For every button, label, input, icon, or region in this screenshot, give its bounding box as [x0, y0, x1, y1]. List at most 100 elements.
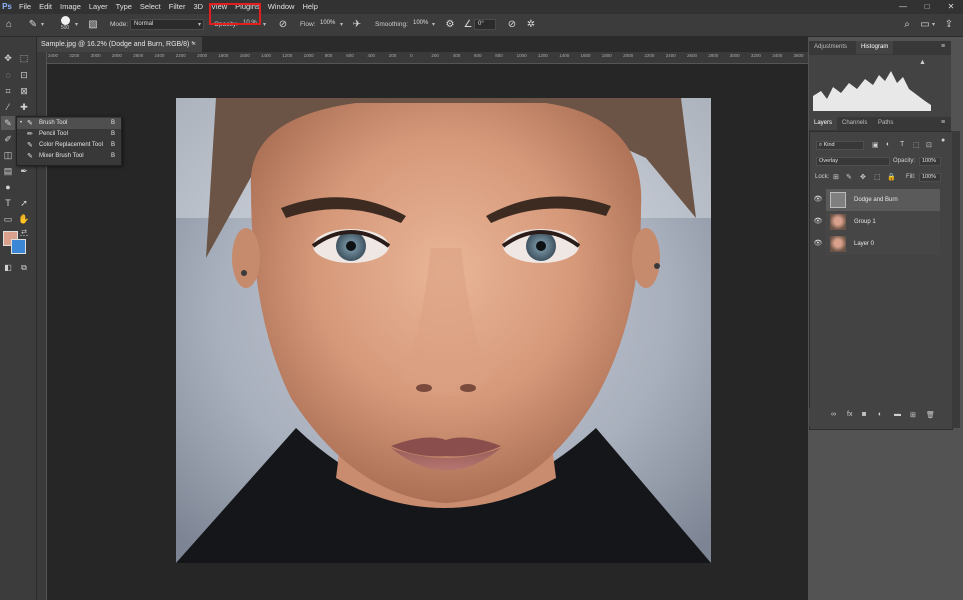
search-icon[interactable]: ⌕	[900, 18, 914, 32]
new-layer-icon[interactable]: ⊞	[910, 411, 916, 419]
visibility-eye-icon[interactable]: 👁	[813, 233, 823, 255]
new-group-icon[interactable]: ▬	[894, 411, 901, 418]
filter-kind-select[interactable]: ⌕ Kind	[816, 141, 864, 150]
lasso-tool-icon[interactable]: ◌	[1, 68, 15, 82]
workspace-icon[interactable]: ▭	[918, 18, 932, 32]
menu-layer[interactable]: Layer	[85, 0, 112, 14]
fill-field[interactable]: 100%	[919, 173, 941, 182]
smoothing-field[interactable]: 100%	[410, 19, 432, 30]
pen-tool-icon[interactable]: ✒	[17, 164, 31, 178]
panel-menu-icon[interactable]: ≡	[941, 43, 945, 50]
chevron-down-icon[interactable]: ▾	[75, 14, 78, 36]
layer-row-dodge-and-burn[interactable]: 👁 Dodge and Burn	[814, 189, 940, 211]
marquee-tool-icon[interactable]: ⬚	[17, 51, 31, 65]
brush-settings-icon[interactable]: ▧	[86, 18, 100, 32]
photoshop-logo[interactable]: Ps	[2, 2, 12, 12]
close-tab-icon[interactable]: ×	[192, 37, 196, 52]
adjustment-filter-icon[interactable]: ◐	[886, 141, 890, 148]
link-layers-icon[interactable]: ∞	[831, 411, 836, 418]
menu-help[interactable]: Help	[298, 0, 321, 14]
smart-object-filter-icon[interactable]: ⊡	[926, 141, 932, 149]
maximize-button[interactable]: □	[915, 0, 939, 14]
lock-artboard-icon[interactable]: ⬚	[874, 173, 881, 181]
object-select-tool-icon[interactable]: ⊡	[17, 68, 31, 82]
path-select-icon[interactable]: ➚	[17, 196, 31, 210]
lock-all-icon[interactable]: 🔒	[887, 173, 896, 181]
move-tool-icon[interactable]: ✥	[1, 51, 15, 65]
mode-select[interactable]: Normal	[130, 19, 204, 30]
layer-opacity-field[interactable]: 100%	[919, 157, 941, 166]
tab-histogram[interactable]: Histogram	[856, 41, 894, 54]
chevron-down-icon[interactable]: ▾	[263, 14, 266, 36]
layer-row-layer-0[interactable]: 👁 Layer 0	[814, 233, 940, 255]
shape-filter-icon[interactable]: ⬚	[913, 141, 920, 149]
menu-file[interactable]: File	[15, 0, 35, 14]
flyout-item-color-replacement[interactable]: ✎ Color Replacement Tool B	[17, 140, 121, 151]
menu-type[interactable]: Type	[112, 0, 136, 14]
layer-row-group-1[interactable]: 👁 Group 1	[814, 211, 940, 233]
flyout-item-pencil[interactable]: ✏ Pencil Tool B	[17, 129, 121, 140]
lock-transparent-icon[interactable]: ⊞	[833, 173, 839, 181]
tab-paths[interactable]: Paths	[873, 117, 898, 130]
tab-layers[interactable]: Layers	[809, 117, 838, 130]
adjustment-layer-icon[interactable]: ◐	[878, 411, 882, 418]
panel-scrollbar[interactable]	[952, 131, 960, 428]
chevron-down-icon[interactable]: ▾	[41, 14, 44, 36]
pressure-opacity-icon[interactable]: ⊘	[276, 18, 290, 32]
minimize-button[interactable]: —	[891, 0, 915, 14]
trash-icon[interactable]: 🗑	[926, 411, 935, 419]
share-icon[interactable]: ⇪	[942, 18, 956, 32]
chevron-down-icon[interactable]: ▾	[340, 14, 343, 36]
menu-3d[interactable]: 3D	[189, 0, 207, 14]
flyout-item-mixer-brush[interactable]: ✎ Mixer Brush Tool B	[17, 151, 121, 162]
clone-stamp-icon[interactable]: ✐	[1, 132, 15, 146]
panel-menu-icon[interactable]: ≡	[941, 119, 945, 126]
fx-icon[interactable]: fx	[847, 411, 852, 418]
frame-tool-icon[interactable]: ⊠	[17, 84, 31, 98]
brush-tool-icon[interactable]: ✎	[26, 18, 40, 32]
angle-field[interactable]: 0°	[474, 19, 496, 30]
menu-window[interactable]: Window	[264, 0, 299, 14]
gradient-tool-icon[interactable]: ▤	[1, 164, 15, 178]
menu-select[interactable]: Select	[136, 0, 165, 14]
pressure-size-icon[interactable]: ⊘	[505, 18, 519, 32]
quick-mask-icon[interactable]: ◧	[1, 261, 15, 275]
warning-icon[interactable]: ▲	[919, 59, 926, 66]
document-tab[interactable]: Sample.jpg @ 16.2% (Dodge and Burn, RGB/…	[36, 37, 202, 52]
menu-image[interactable]: Image	[56, 0, 85, 14]
chevron-down-icon[interactable]: ▾	[932, 14, 935, 36]
home-icon[interactable]: ⌂	[2, 18, 16, 32]
lock-pixels-icon[interactable]: ✎	[846, 173, 852, 181]
healing-brush-icon[interactable]: ✚	[17, 100, 31, 114]
lock-position-icon[interactable]: ✥	[860, 173, 866, 181]
screen-mode-icon[interactable]: ⧉	[17, 261, 31, 275]
type-tool-icon[interactable]: T	[1, 196, 15, 210]
chevron-down-icon[interactable]: ▾	[432, 14, 435, 36]
tab-channels[interactable]: Channels	[837, 117, 872, 130]
symmetry-icon[interactable]: ✲	[524, 18, 538, 32]
hand-tool-icon[interactable]: ✋	[17, 212, 31, 226]
dodge-tool-icon[interactable]: ●	[1, 180, 15, 194]
tab-adjustments[interactable]: Adjustments	[809, 41, 852, 54]
swap-colors-icon[interactable]: ⇄	[17, 226, 31, 240]
menu-edit[interactable]: Edit	[35, 0, 56, 14]
visibility-eye-icon[interactable]: 👁	[813, 189, 823, 211]
brush-preset-picker[interactable]: 500	[58, 16, 72, 34]
close-button[interactable]: ✕	[939, 0, 963, 14]
visibility-eye-icon[interactable]: 👁	[813, 211, 823, 233]
type-filter-icon[interactable]: T	[900, 141, 904, 148]
blend-mode-select[interactable]: Overlay	[816, 157, 890, 166]
brush-tool-icon[interactable]: ✎	[1, 116, 15, 130]
menu-filter[interactable]: Filter	[165, 0, 190, 14]
add-mask-icon[interactable]: ◙	[862, 411, 866, 418]
filter-toggle-icon[interactable]: ●	[941, 137, 945, 144]
eraser-tool-icon[interactable]: ◫	[1, 148, 15, 162]
pixel-filter-icon[interactable]: ▣	[872, 141, 879, 149]
flyout-item-brush[interactable]: • ✎ Brush Tool B	[17, 118, 121, 129]
airbrush-icon[interactable]: ✈	[350, 18, 364, 32]
crop-tool-icon[interactable]: ⌗	[1, 84, 15, 98]
eyedropper-tool-icon[interactable]: ⁄	[1, 100, 15, 114]
shape-tool-icon[interactable]: ▭	[1, 212, 15, 226]
gear-icon[interactable]: ⚙	[443, 18, 457, 32]
flow-field[interactable]: 100%	[317, 19, 337, 30]
